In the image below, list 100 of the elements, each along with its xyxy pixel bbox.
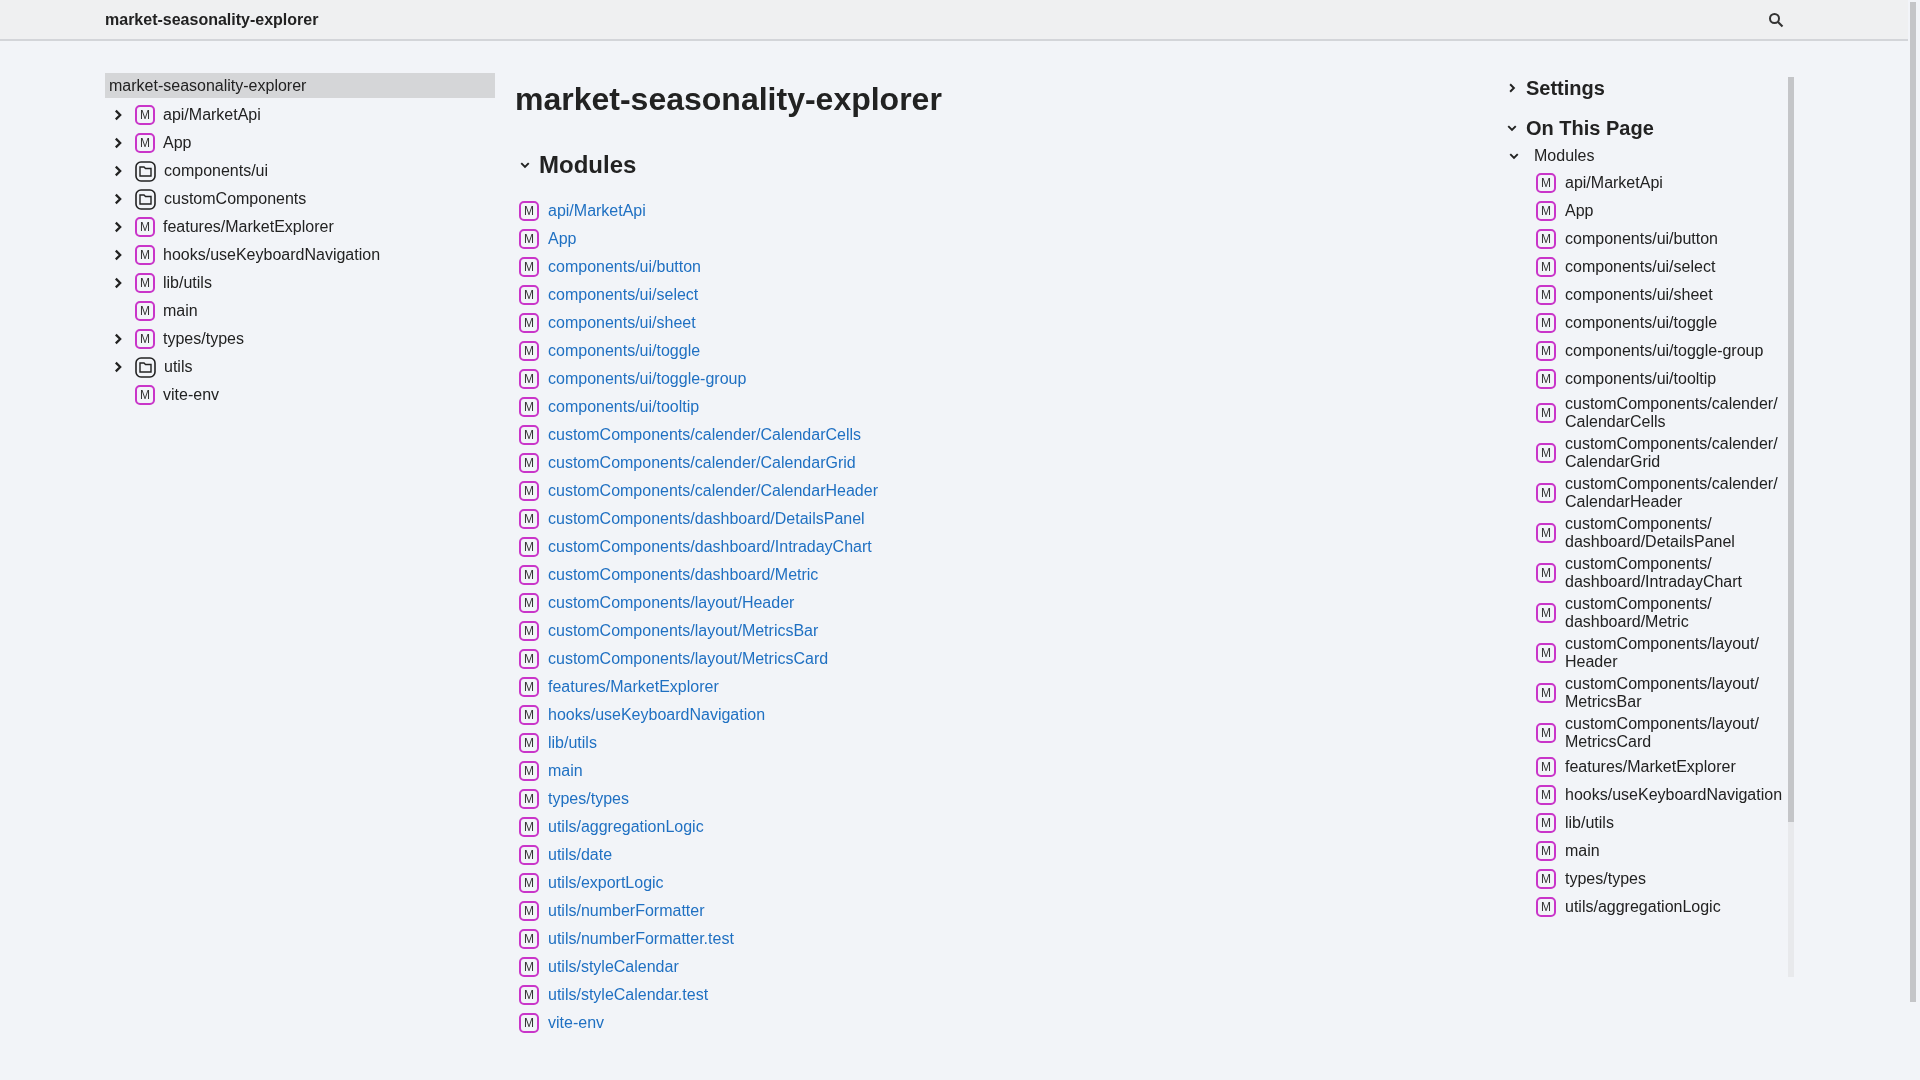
module-icon: M: [519, 789, 539, 809]
sidebar-item[interactable]: market-seasonality-explorer: [105, 73, 495, 98]
module-link[interactable]: utils/numberFormatter.test: [548, 927, 734, 951]
module-icon: M: [1536, 285, 1556, 305]
module-icon: M: [519, 929, 539, 949]
toc-link[interactable]: components/ui/toggle-group: [1565, 342, 1788, 360]
module-icon: M: [1536, 173, 1556, 193]
module-icon: M: [1536, 603, 1556, 623]
toc-group[interactable]: Modules: [1506, 143, 1595, 169]
module-icon: M: [519, 537, 539, 557]
sidebar-item[interactable]: M lib/utils: [135, 271, 212, 295]
module-icon: M: [135, 105, 155, 125]
on-this-page-heading[interactable]: On This Page: [1506, 113, 1654, 143]
module-link[interactable]: utils/styleCalendar.test: [548, 983, 709, 1007]
toc-link[interactable]: api/MarketApi: [1565, 174, 1788, 192]
module-icon: M: [519, 425, 539, 445]
module-link[interactable]: components/ui/button: [548, 255, 701, 279]
module-link[interactable]: customComponents/calender/CalendarGrid: [548, 451, 856, 475]
module-link[interactable]: components/ui/toggle-group: [548, 367, 747, 391]
module-link[interactable]: utils/aggregationLogic: [548, 815, 704, 839]
module-icon: M: [519, 565, 539, 585]
module-link[interactable]: components/ui/select: [548, 283, 699, 307]
module-link[interactable]: customComponents/dashboard/Metric: [548, 563, 819, 587]
module-icon: M: [519, 817, 539, 837]
scrollbar-thumb[interactable]: [1910, 2, 1916, 1002]
toc-link[interactable]: App: [1565, 202, 1788, 220]
module-icon: M: [1536, 313, 1556, 333]
scrollbar-thumb[interactable]: [1788, 77, 1794, 822]
module-icon: M: [135, 217, 155, 237]
module-icon: M: [1536, 841, 1556, 861]
module-link[interactable]: main: [548, 759, 583, 783]
module-icon: M: [1536, 757, 1556, 777]
sidebar-item[interactable]: M features/MarketExplorer: [135, 215, 334, 239]
toc-scrollbar[interactable]: [1788, 77, 1794, 977]
module-icon: M: [135, 273, 155, 293]
toc-link[interactable]: components/ui/tooltip: [1565, 370, 1788, 388]
toc-link[interactable]: components/ui/toggle: [1565, 314, 1788, 332]
module-link[interactable]: utils/date: [548, 843, 613, 867]
module-icon: M: [519, 201, 539, 221]
module-link[interactable]: customComponents/calender/CalendarHeader: [548, 479, 878, 503]
module-link[interactable]: utils/numberFormatter: [548, 899, 705, 923]
toc-link[interactable]: customComponents/layout/MetricsCard: [1565, 715, 1788, 751]
module-icon: M: [1536, 813, 1556, 833]
toc-link[interactable]: components/ui/button: [1565, 230, 1788, 248]
module-icon: M: [135, 301, 155, 321]
module-link[interactable]: components/ui/sheet: [548, 311, 696, 335]
module-link[interactable]: lib/utils: [548, 731, 597, 755]
module-icon: M: [1536, 563, 1556, 583]
module-link[interactable]: customComponents/layout/MetricsBar: [548, 619, 819, 643]
sidebar-item[interactable]: M api/MarketApi: [135, 103, 261, 127]
module-icon: M: [519, 901, 539, 921]
module-link[interactable]: utils/exportLogic: [548, 871, 664, 895]
sidebar-item[interactable]: M main: [135, 299, 198, 323]
module-icon: M: [135, 245, 155, 265]
module-link[interactable]: components/ui/toggle: [548, 339, 701, 363]
module-icon: M: [519, 1013, 539, 1033]
module-icon: M: [519, 621, 539, 641]
module-icon: M: [519, 257, 539, 277]
module-icon: M: [1536, 229, 1556, 249]
module-icon: M: [1536, 403, 1556, 423]
module-link[interactable]: features/MarketExplorer: [548, 675, 719, 699]
sidebar-item[interactable]: M vite-env: [135, 383, 220, 407]
sidebar-item[interactable]: utils: [135, 355, 193, 379]
sidebar-item[interactable]: customComponents: [135, 187, 307, 211]
sidebar-item[interactable]: M App: [135, 131, 192, 155]
toc-link[interactable]: components/ui/select: [1565, 258, 1788, 276]
section-heading[interactable]: Modules: [515, 147, 637, 183]
module-icon: M: [1536, 869, 1556, 889]
module-icon: M: [1536, 341, 1556, 361]
toc-link[interactable]: components/ui/sheet: [1565, 286, 1788, 304]
toc-link[interactable]: utils/aggregationLogic: [1565, 898, 1788, 916]
module-icon: M: [519, 313, 539, 333]
module-link[interactable]: hooks/useKeyboardNavigation: [548, 703, 766, 727]
module-icon: M: [1536, 897, 1556, 917]
site-title[interactable]: market-seasonality-explorer: [105, 7, 319, 32]
module-icon: M: [519, 761, 539, 781]
page-title: market-seasonality-explorer: [515, 80, 943, 119]
module-link[interactable]: types/types: [548, 787, 629, 811]
sidebar-item[interactable]: M types/types: [135, 327, 244, 351]
folder-icon: [135, 188, 156, 210]
module-icon: M: [519, 369, 539, 389]
module-link[interactable]: customComponents/layout/MetricsCard: [548, 647, 829, 671]
module-link[interactable]: App: [548, 227, 577, 251]
module-link[interactable]: api/MarketApi: [548, 199, 646, 223]
sidebar-item[interactable]: M hooks/useKeyboardNavigation: [135, 243, 381, 267]
toc-link[interactable]: hooks/useKeyboardNavigation: [1565, 786, 1788, 804]
module-icon: M: [519, 341, 539, 361]
module-link[interactable]: customComponents/dashboard/DetailsPanel: [548, 507, 865, 531]
toc-link[interactable]: lib/utils: [1565, 814, 1788, 832]
toc-link[interactable]: main: [1565, 842, 1788, 860]
module-link[interactable]: components/ui/tooltip: [548, 395, 700, 419]
toc-link[interactable]: types/types: [1565, 870, 1788, 888]
settings-heading[interactable]: Settings: [1506, 73, 1605, 103]
module-link[interactable]: utils/styleCalendar: [548, 955, 679, 979]
module-link[interactable]: customComponents/calender/CalendarCells: [548, 423, 862, 447]
toc-link[interactable]: features/MarketExplorer: [1565, 758, 1788, 776]
module-link[interactable]: customComponents/layout/Header: [548, 591, 795, 615]
module-link[interactable]: vite-env: [548, 1011, 605, 1035]
module-link[interactable]: customComponents/dashboard/IntradayChart: [548, 535, 872, 559]
sidebar-item[interactable]: components/ui: [135, 159, 269, 183]
